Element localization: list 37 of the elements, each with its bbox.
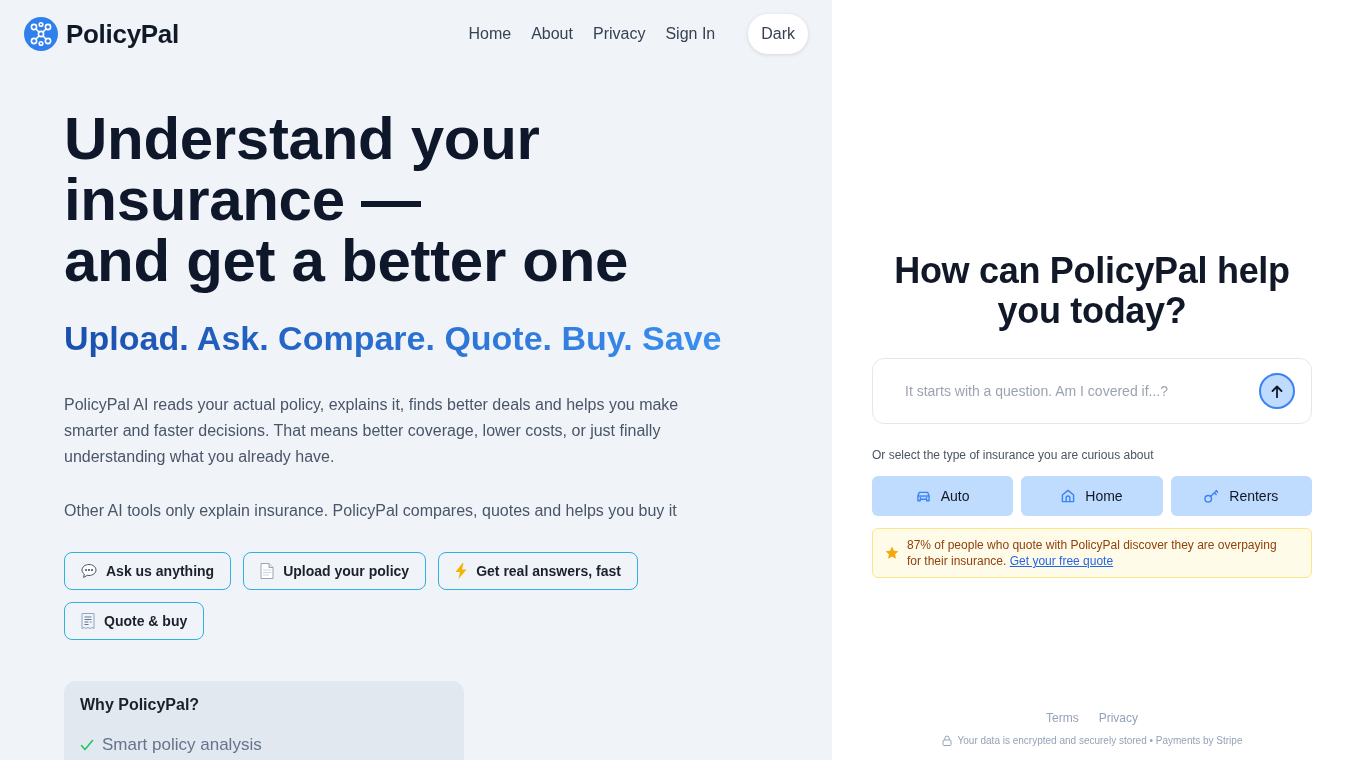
insurance-type-button[interactable]: Home — [1021, 476, 1163, 516]
insurance-type-button[interactable]: Renters — [1170, 476, 1312, 516]
receipt-icon — [81, 613, 95, 629]
star-icon — [885, 546, 899, 560]
security-note: Your data is encrypted and securely stored • Payments by Stripe — [957, 734, 1243, 748]
nav-link[interactable]: Home — [468, 22, 512, 46]
question-input[interactable]: It starts with a question. Am I covered if...? — [905, 380, 1247, 402]
description-paragraph: PolicyPal AI reads your actual policy, explains it, finds better deals and helps you make smarter and faster decisions. That means better coverage, lower costs, or just finally understanding what you already have. — [64, 395, 680, 467]
free-quote-link[interactable]: Get your free quote — [1009, 554, 1114, 568]
key-icon — [1204, 489, 1220, 503]
arrow-up-icon — [1271, 384, 1283, 398]
nav-link[interactable]: Privacy — [592, 22, 646, 46]
headline: Understand your insurance — and get a better one — [64, 108, 630, 291]
lightning-icon — [455, 563, 468, 579]
logo-icon — [24, 17, 58, 51]
nav-link[interactable]: About — [531, 22, 573, 46]
feature-button[interactable]: Ask us anything — [64, 552, 232, 590]
brand-name: PolicyPal — [66, 17, 179, 51]
car-icon — [915, 489, 931, 503]
insurance-type-prompt: Or select the type of insurance you are curious about — [872, 447, 1155, 464]
house-icon — [1061, 489, 1076, 503]
description-paragraph: Other AI tools only explain insurance. PolicyPal compares, quotes and helps you buy it — [64, 501, 678, 521]
assistant-heading: How can PolicyPal help you today? — [893, 251, 1291, 331]
lock-icon — [941, 735, 952, 746]
speech-bubble-icon — [81, 563, 97, 579]
feature-button[interactable]: Quote & buy — [64, 602, 205, 640]
insurance-type-button[interactable]: Auto — [872, 476, 1014, 516]
theme-toggle-button[interactable]: Dark — [748, 14, 808, 54]
card-title: Why PolicyPal? — [80, 695, 201, 715]
feature-button[interactable]: Upload your policy — [243, 552, 427, 590]
nav-link[interactable]: Sign In — [665, 22, 716, 46]
feature-button[interactable]: Get real answers, fast — [438, 552, 638, 590]
check-icon — [80, 739, 94, 751]
benefit-text: Smart policy analysis — [102, 734, 262, 756]
document-icon — [260, 563, 275, 579]
send-button[interactable] — [1259, 373, 1295, 409]
notice-text: 87% of people who quote with PolicyPal discover they are overpaying for their insurance. Get your free quote — [907, 537, 1278, 569]
